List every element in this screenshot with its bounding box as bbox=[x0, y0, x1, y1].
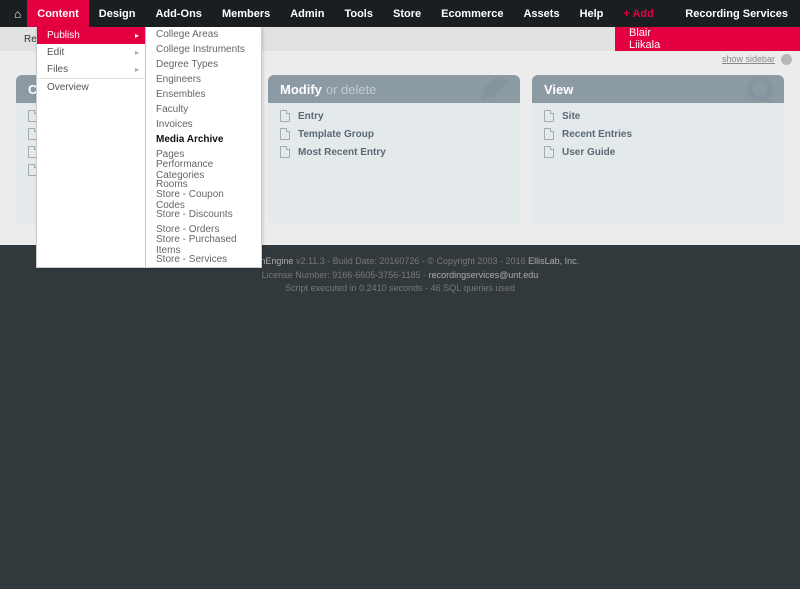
submenu-item[interactable]: Invoices bbox=[146, 117, 261, 132]
menu-edit[interactable]: Edit ▸ bbox=[37, 44, 145, 61]
menu-publish-label: Publish bbox=[47, 30, 80, 41]
view-user-guide[interactable]: User Guide bbox=[534, 143, 782, 161]
brand-name[interactable]: Recording Services bbox=[685, 8, 792, 20]
menu-edit-label: Edit bbox=[47, 47, 64, 58]
pencil-icon bbox=[478, 77, 512, 103]
panel-modify: Modify or delete Entry Template Group Mo… bbox=[268, 75, 520, 225]
menu-files-label: Files bbox=[47, 64, 68, 75]
nav-assets[interactable]: Assets bbox=[513, 0, 569, 27]
menu-overview-label: Overview bbox=[47, 82, 89, 93]
nav-admin[interactable]: Admin bbox=[280, 0, 334, 27]
view-site[interactable]: Site bbox=[534, 107, 782, 125]
submenu-item[interactable]: Media Archive bbox=[146, 132, 261, 147]
submenu-item[interactable]: Store - Coupon Codes bbox=[146, 192, 261, 207]
panel-view-header: View bbox=[532, 75, 784, 103]
modify-template-group-label: Template Group bbox=[298, 129, 374, 140]
submenu-item[interactable]: Store - Purchased Items bbox=[146, 237, 261, 252]
submenu-item[interactable]: Performance Categories bbox=[146, 162, 261, 177]
show-sidebar-link[interactable]: show sidebar bbox=[722, 54, 775, 64]
document-icon bbox=[544, 146, 554, 158]
footer-build: v2.11.3 - Build Date: 20160726 - © Copyr… bbox=[293, 256, 528, 266]
view-recent-entries[interactable]: Recent Entries bbox=[534, 125, 782, 143]
submenu-item[interactable]: Engineers bbox=[146, 72, 261, 87]
nav-design[interactable]: Design bbox=[89, 0, 146, 27]
submenu-item[interactable]: Ensembles bbox=[146, 87, 261, 102]
home-icon[interactable]: ⌂ bbox=[8, 7, 27, 21]
content-menu: Publish ▸ Edit ▸ Files ▸ Overview College A… bbox=[36, 27, 262, 268]
view-site-label: Site bbox=[562, 111, 580, 122]
modify-most-recent-entry[interactable]: Most Recent Entry bbox=[270, 143, 518, 161]
user-name[interactable]: Blair Liikala bbox=[629, 27, 660, 51]
sidebar-toggle-icon[interactable] bbox=[781, 54, 792, 65]
magnify-icon bbox=[746, 77, 776, 103]
nav-help[interactable]: Help bbox=[570, 0, 614, 27]
nav-store[interactable]: Store bbox=[383, 0, 431, 27]
publish-submenu: College AreasCollege InstrumentsDegree T… bbox=[146, 27, 262, 268]
menu-files[interactable]: Files ▸ bbox=[37, 61, 145, 78]
footer-ellislab-link[interactable]: EllisLab, Inc. bbox=[528, 256, 579, 266]
submenu-item[interactable]: College Instruments bbox=[146, 42, 261, 57]
document-icon bbox=[280, 128, 290, 140]
menu-publish[interactable]: Publish ▸ bbox=[37, 27, 145, 44]
submenu-item[interactable]: Faculty bbox=[146, 102, 261, 117]
document-icon bbox=[280, 146, 290, 158]
panel-view: View Site Recent Entries User Guide bbox=[532, 75, 784, 225]
document-icon bbox=[544, 110, 554, 122]
chevron-right-icon: ▸ bbox=[135, 31, 139, 40]
nav-content[interactable]: Content bbox=[27, 0, 89, 27]
footer-script-info: Script executed in 0.2410 seconds - 46 S… bbox=[0, 282, 800, 296]
nav-members[interactable]: Members bbox=[212, 0, 280, 27]
view-user-guide-label: User Guide bbox=[562, 147, 615, 158]
modify-entry-label: Entry bbox=[298, 111, 324, 122]
menu-overview[interactable]: Overview bbox=[37, 78, 145, 95]
nav-ecommerce[interactable]: Ecommerce bbox=[431, 0, 513, 27]
footer-license: License Number: 9166-6605-3756-1185 - bbox=[262, 270, 429, 280]
panel-view-title: View bbox=[544, 82, 573, 97]
document-icon bbox=[280, 110, 290, 122]
modify-most-recent-label: Most Recent Entry bbox=[298, 147, 386, 158]
user-box: Blair Liikala Log-out bbox=[615, 27, 800, 51]
submenu-item[interactable]: College Areas bbox=[146, 27, 261, 42]
content-menu-primary: Publish ▸ Edit ▸ Files ▸ Overview bbox=[36, 27, 146, 268]
panel-modify-title: Modify bbox=[280, 82, 322, 97]
top-nav: ⌂ Content Design Add-Ons Members Admin T… bbox=[0, 0, 800, 27]
chevron-right-icon: ▸ bbox=[135, 48, 139, 57]
footer-email-link[interactable]: recordingservices@unt.edu bbox=[429, 270, 539, 280]
modify-entry[interactable]: Entry bbox=[270, 107, 518, 125]
nav-tools[interactable]: Tools bbox=[334, 0, 383, 27]
modify-template-group[interactable]: Template Group bbox=[270, 125, 518, 143]
document-icon bbox=[544, 128, 554, 140]
panel-modify-header: Modify or delete bbox=[268, 75, 520, 103]
view-recent-entries-label: Recent Entries bbox=[562, 129, 632, 140]
panel-modify-subtitle: or delete bbox=[326, 82, 377, 97]
chevron-right-icon: ▸ bbox=[135, 65, 139, 74]
nav-add[interactable]: + Add bbox=[613, 0, 663, 27]
nav-addons[interactable]: Add-Ons bbox=[145, 0, 211, 27]
submenu-item[interactable]: Degree Types bbox=[146, 57, 261, 72]
